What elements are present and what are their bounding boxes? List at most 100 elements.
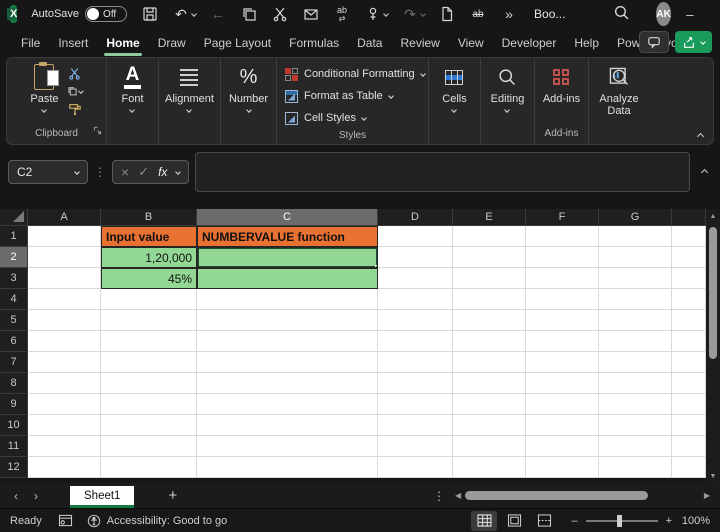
cell-B4[interactable] xyxy=(101,289,197,310)
cell-F6[interactable] xyxy=(526,331,599,352)
copy-button[interactable] xyxy=(67,84,84,98)
tab-page-layout[interactable]: Page Layout xyxy=(195,31,280,55)
cell-A6[interactable] xyxy=(28,331,101,352)
next-sheet-icon[interactable]: › xyxy=(34,489,38,503)
cell-F5[interactable] xyxy=(526,310,599,331)
column-header-F[interactable]: F xyxy=(526,209,599,226)
cancel-icon[interactable]: × xyxy=(121,164,129,180)
column-header-B[interactable]: B xyxy=(101,209,197,226)
name-box[interactable]: C2 xyxy=(8,160,88,184)
cell-A7[interactable] xyxy=(28,352,101,373)
cell-G6[interactable] xyxy=(599,331,672,352)
cell-C4[interactable] xyxy=(197,289,378,310)
font-menu-button[interactable]: A Font xyxy=(121,64,144,113)
cell-E4[interactable] xyxy=(453,289,526,310)
zoom-out-icon[interactable]: – xyxy=(571,515,577,527)
cell-B11[interactable] xyxy=(101,436,197,457)
alignment-menu-button[interactable]: Alignment xyxy=(165,64,214,113)
tab-help[interactable]: Help xyxy=(565,31,608,55)
cell-partial-11[interactable] xyxy=(672,436,706,457)
cell-F8[interactable] xyxy=(526,373,599,394)
add-ins-button[interactable]: Add-ins xyxy=(543,64,580,105)
cell-F4[interactable] xyxy=(526,289,599,310)
cell-G12[interactable] xyxy=(599,457,672,478)
horizontal-scroll-thumb[interactable] xyxy=(465,491,649,500)
copy-icon[interactable] xyxy=(240,5,258,23)
cell-D6[interactable] xyxy=(378,331,453,352)
cell-C12[interactable] xyxy=(197,457,378,478)
collapse-ribbon-icon[interactable] xyxy=(696,132,705,141)
cell-A5[interactable] xyxy=(28,310,101,331)
cell-A11[interactable] xyxy=(28,436,101,457)
new-file-icon[interactable] xyxy=(438,5,456,23)
scroll-right-icon[interactable]: ▶ xyxy=(704,491,710,500)
cell-D12[interactable] xyxy=(378,457,453,478)
excel-logo-icon[interactable]: X xyxy=(6,5,18,23)
cell-A8[interactable] xyxy=(28,373,101,394)
email-icon[interactable] xyxy=(302,5,320,23)
cut-button[interactable] xyxy=(67,66,83,80)
cell-styles-button[interactable]: Cell Styles xyxy=(285,108,428,128)
row-header-6[interactable]: 6 xyxy=(0,331,28,352)
zoom-slider[interactable] xyxy=(585,514,658,527)
cell-D2[interactable] xyxy=(378,247,453,268)
cell-C1[interactable]: NUMBERVALUE function xyxy=(197,226,378,247)
row-header-11[interactable]: 11 xyxy=(0,436,28,457)
cell-A12[interactable] xyxy=(28,457,101,478)
cell-C11[interactable] xyxy=(197,436,378,457)
cell-D1[interactable] xyxy=(378,226,453,247)
tab-data[interactable]: Data xyxy=(348,31,391,55)
comments-button[interactable] xyxy=(639,31,669,53)
cell-E9[interactable] xyxy=(453,394,526,415)
cell-D5[interactable] xyxy=(378,310,453,331)
cell-C6[interactable] xyxy=(197,331,378,352)
tab-view[interactable]: View xyxy=(449,31,493,55)
analyze-data-button[interactable]: Analyze Data xyxy=(596,64,642,117)
cells-menu-button[interactable]: Cells xyxy=(442,64,467,113)
cell-C5[interactable] xyxy=(197,310,378,331)
cell-partial-2[interactable] xyxy=(672,247,706,268)
cell-partial-1[interactable] xyxy=(672,226,706,247)
cell-B8[interactable] xyxy=(101,373,197,394)
insert-function-icon[interactable]: fx xyxy=(158,165,167,179)
tab-draw[interactable]: Draw xyxy=(149,31,195,55)
minimize-button[interactable]: – xyxy=(671,0,709,28)
avatar[interactable]: AK xyxy=(656,2,671,26)
tab-formulas[interactable]: Formulas xyxy=(280,31,348,55)
more-commands-icon[interactable]: » xyxy=(500,5,518,23)
row-header-3[interactable]: 3 xyxy=(0,268,28,289)
cell-partial-6[interactable] xyxy=(672,331,706,352)
select-all-corner[interactable] xyxy=(0,209,28,226)
cell-E12[interactable] xyxy=(453,457,526,478)
chevron-down-icon[interactable] xyxy=(175,169,182,175)
column-header-E[interactable]: E xyxy=(453,209,526,226)
cell-E1[interactable] xyxy=(453,226,526,247)
cell-A10[interactable] xyxy=(28,415,101,436)
tab-review[interactable]: Review xyxy=(391,31,448,55)
cell-E8[interactable] xyxy=(453,373,526,394)
scroll-left-icon[interactable]: ◀ xyxy=(455,491,461,500)
horizontal-scrollbar[interactable]: ◀ ▶ xyxy=(455,487,710,504)
macro-record-icon[interactable] xyxy=(58,514,73,527)
cell-D3[interactable] xyxy=(378,268,453,289)
cell-C7[interactable] xyxy=(197,352,378,373)
paste-button[interactable]: Paste xyxy=(30,62,60,116)
dialog-launcher-icon[interactable] xyxy=(93,125,102,141)
cell-F1[interactable] xyxy=(526,226,599,247)
cell-G5[interactable] xyxy=(599,310,672,331)
replace-icon[interactable]: ab ⇄ xyxy=(333,5,351,23)
row-header-5[interactable]: 5 xyxy=(0,310,28,331)
column-header-partial[interactable] xyxy=(672,209,706,226)
expand-formula-bar-icon[interactable] xyxy=(696,168,712,176)
format-as-table-button[interactable]: Format as Table xyxy=(285,86,428,106)
cell-B6[interactable] xyxy=(101,331,197,352)
cell-F12[interactable] xyxy=(526,457,599,478)
cell-A4[interactable] xyxy=(28,289,101,310)
cell-B5[interactable] xyxy=(101,310,197,331)
column-header-D[interactable]: D xyxy=(378,209,453,226)
vertical-scroll-thumb[interactable] xyxy=(709,227,717,359)
cell-F11[interactable] xyxy=(526,436,599,457)
cell-G3[interactable] xyxy=(599,268,672,289)
cell-E2[interactable] xyxy=(453,247,526,268)
cell-B7[interactable] xyxy=(101,352,197,373)
